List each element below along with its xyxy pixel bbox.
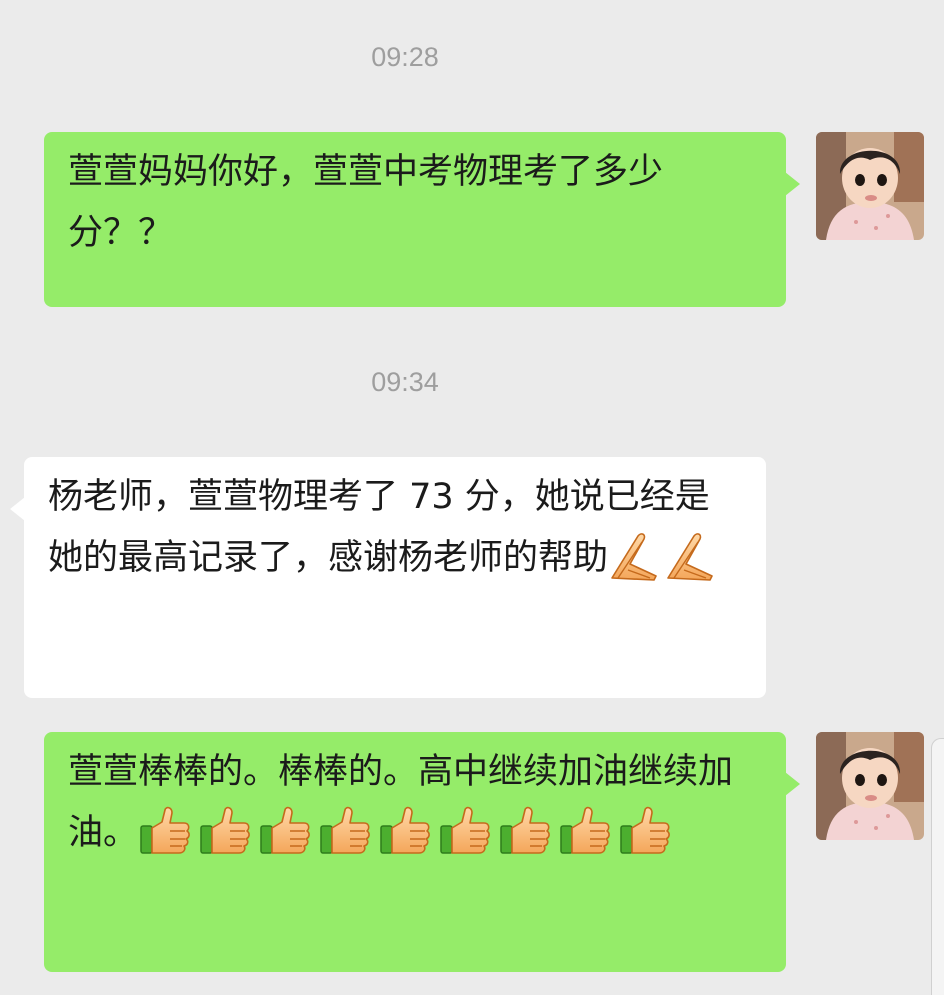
timestamp: 09:28	[371, 42, 439, 72]
thumbs-up-icon	[258, 804, 312, 858]
folded-hands-icon	[608, 530, 660, 582]
thumbs-up-icon	[618, 804, 672, 858]
thumbs-up-icon	[138, 804, 192, 858]
message-bubble-sent[interactable]: 萱萱棒棒的。棒棒的。高中继续加油继续加油。	[44, 732, 800, 972]
message-bubble-sent[interactable]: 萱萱妈妈你好，萱萱中考物理考了多少分？？	[44, 132, 800, 307]
folded-hands-icon	[664, 530, 716, 582]
thumbs-up-icon	[438, 804, 492, 858]
avatar-image	[816, 732, 924, 840]
thumbs-up-icon	[198, 804, 252, 858]
timestamp: 09:34	[371, 367, 439, 397]
thumbs-up-icon	[318, 804, 372, 858]
avatar-image	[816, 132, 924, 240]
message-text: 萱萱妈妈你好，萱萱中考物理考了多少分？？	[68, 152, 664, 253]
scrollbar[interactable]	[931, 738, 944, 995]
thumbs-up-icon	[378, 804, 432, 858]
avatar[interactable]	[816, 132, 924, 240]
thumbs-up-icon	[498, 804, 552, 858]
thumbs-up-icon	[558, 804, 612, 858]
message-bubble-received[interactable]: 杨老师，萱萱物理考了 73 分，她说已经是她的最高记录了，感谢杨老师的帮助	[10, 457, 766, 698]
avatar[interactable]	[816, 732, 924, 840]
